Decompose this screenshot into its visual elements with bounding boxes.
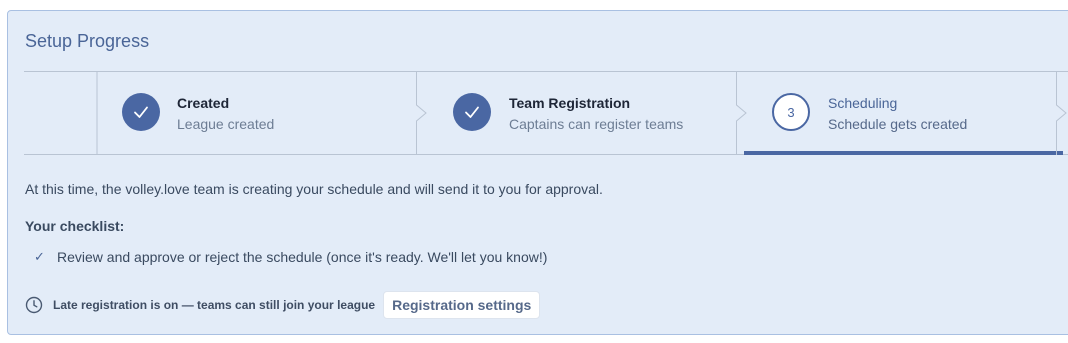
status-message: At this time, the volley.love team is cr… [25,181,603,197]
step-subtitle: Captains can register teams [509,116,684,132]
checklist-item-text: Review and approve or reject the schedul… [57,249,548,265]
step-divider [96,71,98,155]
registration-settings-button[interactable]: Registration settings [383,291,541,319]
step-chevron-divider [736,71,750,155]
step-chevron-divider [1056,71,1068,155]
step-complete-check-icon [122,93,160,131]
checkmark-icon: ✓ [34,249,45,264]
step-subtitle: League created [177,116,275,132]
checklist-heading: Your checklist: [25,218,125,234]
progress-stepper: Created League created Team Registration… [24,71,1068,155]
step-title: Scheduling [828,95,898,111]
active-step-indicator [744,151,1063,155]
step-chevron-divider [416,71,430,155]
late-registration-text: Late registration is on — teams can stil… [53,298,376,312]
step-title: Team Registration [509,95,631,111]
late-registration-row: Late registration is on — teams can stil… [25,291,541,319]
checklist-item: ✓ Review and approve or reject the sched… [34,249,547,265]
step-subtitle: Schedule gets created [828,116,968,132]
step-complete-check-icon [453,93,491,131]
step-title: Created [177,95,230,111]
step-number-badge: 3 [772,93,810,131]
panel-title: Setup Progress [25,31,150,51]
clock-icon [25,296,43,314]
setup-progress-panel: Setup Progress Created League created Te… [7,10,1068,335]
